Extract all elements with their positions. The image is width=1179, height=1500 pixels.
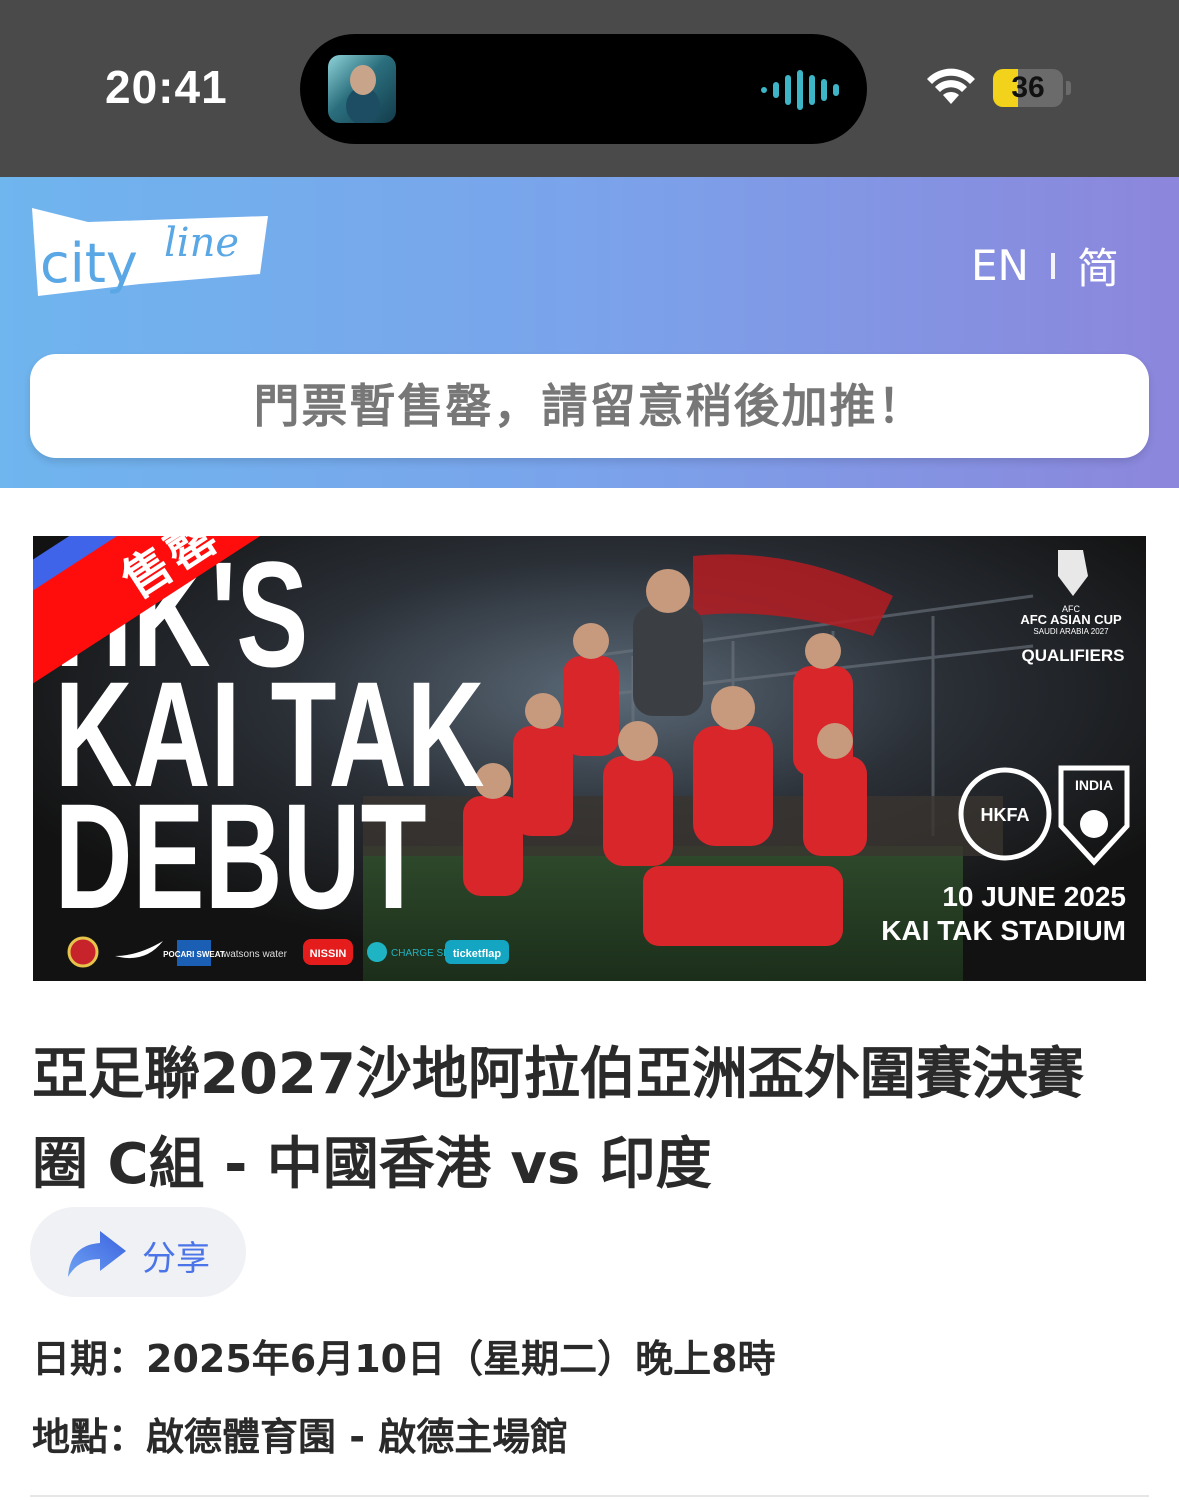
- banner-match-date: 10 JUNE 2025: [942, 881, 1126, 912]
- event-venue: 地點：啟德體育園 - 啟德主場館: [32, 1415, 569, 1459]
- lang-en-link[interactable]: EN: [971, 241, 1029, 290]
- svg-text:QUALIFIERS: QUALIFIERS: [1022, 646, 1125, 665]
- share-label: 分享: [142, 1239, 210, 1279]
- svg-text:HKFA: HKFA: [981, 805, 1030, 825]
- now-playing-artwork[interactable]: [328, 55, 396, 123]
- svg-text:AFC ASIAN CUP: AFC ASIAN CUP: [1020, 612, 1122, 627]
- banner-artwork: HK'S KAI TAK DEBUT AFC AFC ASIAN CUP SAU…: [33, 536, 1146, 981]
- lang-sc-link[interactable]: 简: [1077, 235, 1119, 296]
- share-arrow-icon: [68, 1231, 126, 1277]
- audio-waveform-icon: [761, 70, 839, 110]
- share-button[interactable]: 分享: [30, 1207, 246, 1297]
- svg-text:SAUDI ARABIA 2027: SAUDI ARABIA 2027: [1033, 627, 1109, 636]
- cityline-logo[interactable]: city line: [28, 204, 273, 300]
- svg-text:POCARI SWEAT: POCARI SWEAT: [163, 950, 225, 959]
- sold-out-notice: 門票暫售罄，請留意稍後加推！: [30, 354, 1149, 458]
- banner-match-venue: KAI TAK STADIUM: [881, 915, 1126, 946]
- event-title: 亞足聯2027沙地阿拉伯亞洲盃外圍賽決賽圈 C組 - 中國香港 vs 印度: [32, 1042, 1084, 1197]
- svg-text:watsons water: watsons water: [222, 949, 288, 960]
- svg-text:ticketflap: ticketflap: [453, 948, 502, 960]
- language-switcher: EN 简: [971, 235, 1119, 296]
- status-time: 20:41: [105, 61, 228, 113]
- lang-divider: [1050, 252, 1055, 279]
- battery-cap: [1066, 81, 1071, 95]
- battery-percent: 36: [1011, 71, 1045, 104]
- banner-headline-line3: DEBUT: [55, 773, 427, 941]
- dynamic-island[interactable]: [300, 34, 867, 144]
- svg-text:INDIA: INDIA: [1075, 777, 1113, 793]
- status-bar: 20:41 36: [0, 0, 1179, 177]
- site-header: city line EN 简 門票暫售罄，請留意稍後加推！: [0, 177, 1179, 488]
- logo-line-text: line: [164, 220, 239, 266]
- svg-text:NISSIN: NISSIN: [310, 948, 347, 960]
- wifi-icon: [927, 68, 975, 104]
- event-banner[interactable]: HK'S KAI TAK DEBUT AFC AFC ASIAN CUP SAU…: [33, 536, 1146, 981]
- logo-city-text: city: [40, 232, 138, 295]
- battery-icon: 36: [993, 69, 1063, 107]
- event-date: 日期：2025年6月10日（星期二）晚上8時: [32, 1337, 776, 1381]
- section-divider: [30, 1495, 1149, 1497]
